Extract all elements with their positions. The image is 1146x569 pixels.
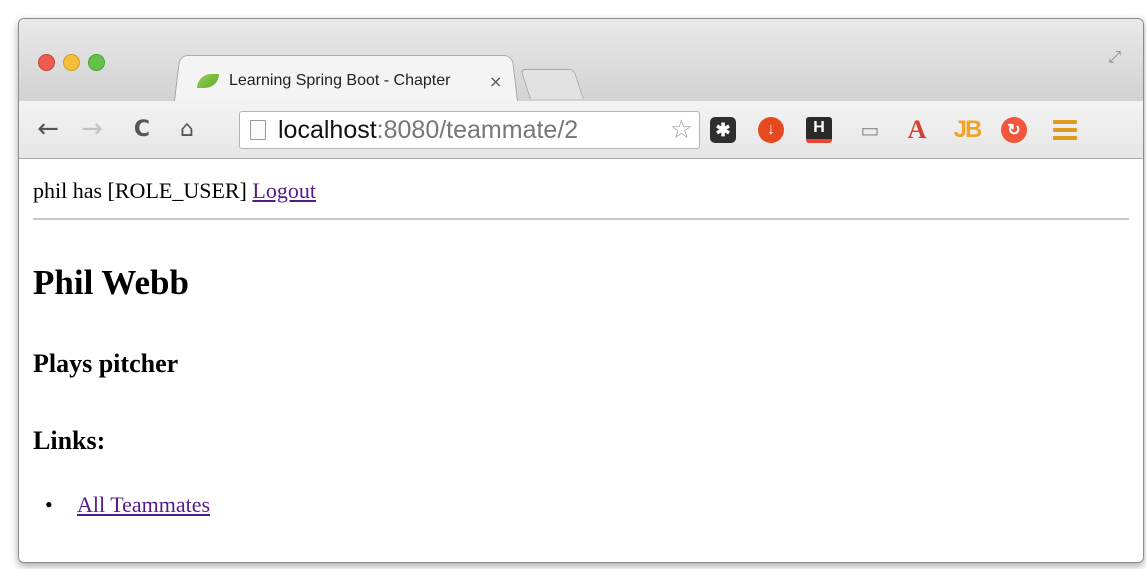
- browser-window: Learning Spring Boot - Chapter × ⤢ ← → C…: [18, 18, 1144, 563]
- user-bar: phil has [ROLE_USER] Logout: [33, 178, 316, 204]
- extension-a-icon[interactable]: A: [904, 115, 930, 144]
- teammate-name: Phil Webb: [33, 263, 189, 302]
- url-host: localhost: [278, 115, 377, 144]
- user-role-text: phil has [ROLE_USER]: [33, 178, 247, 203]
- page-icon: [250, 120, 266, 140]
- menu-icon[interactable]: [1053, 120, 1077, 144]
- page-content: phil has [ROLE_USER] Logout Phil Webb Pl…: [19, 160, 1143, 562]
- tab-strip: Learning Spring Boot - Chapter × ⤢: [19, 19, 1143, 101]
- url-text[interactable]: localhost:8080/teammate/2: [278, 116, 578, 145]
- back-button[interactable]: ←: [31, 111, 65, 147]
- logout-link[interactable]: Logout: [252, 178, 316, 203]
- tab-content[interactable]: Learning Spring Boot - Chapter ×: [177, 61, 515, 101]
- links-heading: Links:: [33, 426, 106, 455]
- spring-leaf-icon: [197, 74, 219, 88]
- tab-close-icon[interactable]: ×: [489, 72, 502, 91]
- fullscreen-icon[interactable]: ⤢: [1108, 47, 1121, 67]
- extension-refresh-icon[interactable]: ↻: [1001, 117, 1027, 143]
- list-item: All Teammates: [45, 492, 210, 518]
- window-maximize-button[interactable]: [88, 54, 105, 71]
- new-tab-button[interactable]: [520, 69, 584, 99]
- home-button[interactable]: ⌂: [170, 111, 204, 147]
- teammate-position: Plays pitcher: [33, 349, 179, 378]
- cast-icon[interactable]: ▭: [855, 117, 885, 143]
- star-icon[interactable]: ☆: [665, 115, 693, 145]
- window-close-button[interactable]: [38, 54, 55, 71]
- reload-button[interactable]: C: [125, 111, 159, 147]
- browser-toolbar: ← → C ⌂ localhost:8080/teammate/2 ☆ ✱ ↓ …: [19, 101, 1143, 159]
- extension-h-icon[interactable]: H: [806, 117, 832, 143]
- links-list: All Teammates: [45, 492, 210, 518]
- all-teammates-link[interactable]: All Teammates: [77, 492, 210, 517]
- extension-jb-icon[interactable]: JB: [952, 116, 983, 143]
- address-bar[interactable]: localhost:8080/teammate/2 ☆: [239, 111, 700, 149]
- tab-title: Learning Spring Boot - Chapter: [229, 72, 451, 89]
- forward-button[interactable]: →: [75, 111, 109, 147]
- window-minimize-button[interactable]: [63, 54, 80, 71]
- url-path: :8080/teammate/2: [376, 115, 579, 144]
- extension-download-icon[interactable]: ↓: [758, 117, 784, 143]
- extension-asterisk-icon[interactable]: ✱: [710, 117, 736, 143]
- divider: [33, 218, 1129, 220]
